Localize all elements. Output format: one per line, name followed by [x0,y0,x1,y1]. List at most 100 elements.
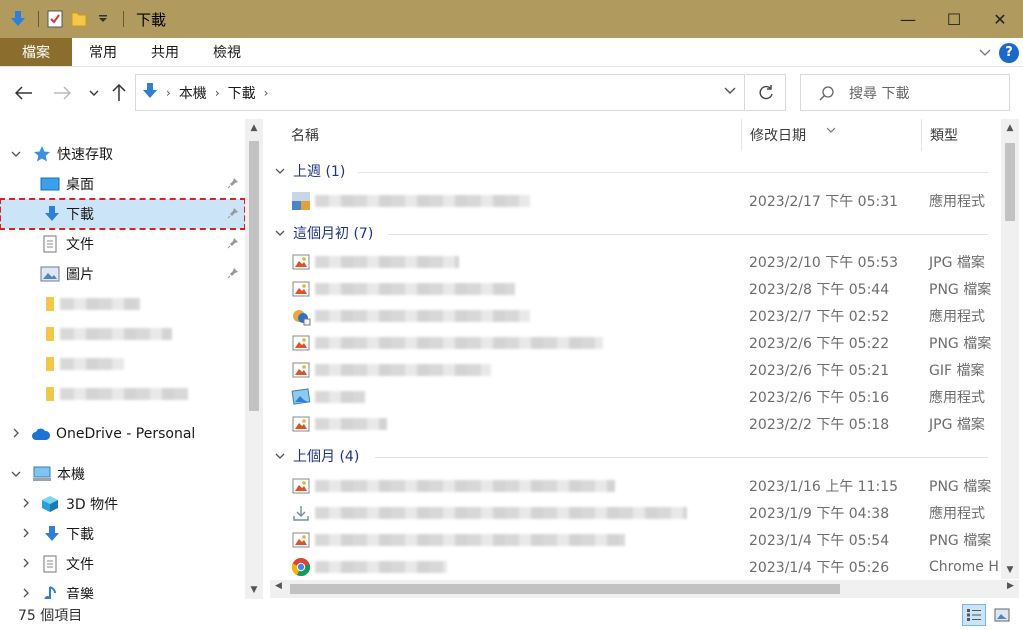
redacted-filename [315,195,530,211]
nav-music[interactable]: 音樂 [0,579,245,599]
file-type: JPG 檔案 [929,254,985,271]
file-row[interactable]: 2023/1/4 下午 05:26 Chrome H [291,553,999,579]
scroll-thumb[interactable] [1005,143,1015,221]
nav-pinned-folder[interactable] [0,289,245,319]
file-row[interactable]: 2023/1/9 下午 04:38 應用程式 [291,499,997,526]
file-date: 2023/1/9 下午 04:38 [749,505,890,522]
back-arrow-icon [15,86,32,100]
chevron-right-icon[interactable] [19,498,33,511]
details-view-button[interactable] [962,604,986,626]
nav-3d-objects[interactable]: 3D 物件 [0,489,245,519]
file-list-vertical-scrollbar[interactable]: ▲ ▼ [1001,119,1019,579]
nav-documents[interactable]: 文件 [0,549,245,579]
file-row[interactable]: 2023/2/8 下午 05:44 PNG 檔案 [291,275,997,302]
search-placeholder: 搜尋 下載 [849,85,910,102]
scroll-thumb[interactable] [290,584,840,594]
scroll-left-icon[interactable]: ◀ [275,581,282,591]
help-icon[interactable]: ? [999,42,1019,63]
column-divider[interactable] [921,119,922,151]
group-header[interactable]: 這個月初 (7) [275,221,373,245]
column-header-date[interactable]: 修改日期 [750,119,806,151]
chevron-right-icon[interactable]: › [166,86,171,100]
nav-this-pc[interactable]: 本機 [0,459,245,489]
nav-scrollbar[interactable]: ▲ ▼ [245,119,263,599]
recent-locations-button[interactable] [82,81,106,105]
scroll-right-icon[interactable]: ▶ [1007,581,1014,591]
file-row[interactable]: 2023/2/7 下午 02:52 應用程式 [291,302,997,329]
expand-ribbon-icon[interactable] [979,46,991,60]
nav-pictures[interactable]: 圖片 [0,259,245,289]
nav-desktop[interactable]: 桌面 [0,169,245,199]
details-view-icon [967,609,981,621]
file-row[interactable]: 2023/1/4 下午 05:54 PNG 檔案 [291,526,997,553]
nav-pinned-folder[interactable] [0,349,245,379]
scroll-down-icon[interactable]: ▼ [245,585,263,595]
nav-downloads[interactable]: 下載 [0,519,245,549]
nav-onedrive[interactable]: OneDrive - Personal [0,419,245,449]
column-divider[interactable] [741,119,742,151]
chevron-down-icon[interactable] [275,227,285,240]
back-button[interactable] [12,81,36,105]
pin-icon[interactable] [227,177,239,192]
file-row[interactable]: 2023/2/6 下午 05:21 GIF 檔案 [291,356,997,383]
large-icons-view-button[interactable] [990,604,1014,626]
file-list-horizontal-scrollbar[interactable]: ◀ ▶ [270,580,1019,598]
chevron-down-icon[interactable] [275,165,285,178]
column-header-name[interactable]: 名稱 [291,119,319,151]
nav-pinned-folder[interactable] [0,319,245,349]
chevron-right-icon[interactable] [19,558,33,571]
scroll-down-icon[interactable]: ▼ [1001,565,1019,575]
chevron-right-icon[interactable] [19,588,33,600]
tab-home[interactable]: 常用 [72,38,134,66]
file-row[interactable]: 2023/2/17 下午 05:31 應用程式 [291,187,997,214]
pin-icon[interactable] [227,237,239,252]
file-row[interactable]: 2023/1/16 上午 11:15 PNG 檔案 [291,472,997,499]
properties-icon[interactable] [45,9,65,29]
file-row[interactable]: 2023/2/2 下午 05:18 JPG 檔案 [291,410,997,437]
up-button[interactable] [107,81,131,105]
address-bar[interactable]: › 本機 › 下載 › [135,74,745,111]
column-header-type[interactable]: 類型 [930,119,958,151]
refresh-button[interactable] [746,74,786,111]
new-folder-icon[interactable] [69,9,89,29]
redacted-filename [315,364,491,380]
redacted-name [60,388,188,404]
scroll-up-icon[interactable]: ▲ [245,123,263,133]
scroll-thumb[interactable] [249,141,259,411]
customize-toolbar-icon[interactable] [93,9,113,29]
chevron-down-icon[interactable] [275,450,285,463]
scroll-up-icon[interactable]: ▲ [1001,123,1019,133]
pin-icon[interactable] [227,207,239,222]
chevron-right-icon[interactable] [9,428,23,441]
nav-downloads-selected[interactable]: 下載 [0,198,246,230]
chevron-right-icon[interactable]: › [215,86,220,100]
nav-documents[interactable]: 文件 [0,229,245,259]
pin-icon[interactable] [227,267,239,282]
minimize-button[interactable]: — [885,0,931,38]
address-history-dropdown[interactable] [724,84,736,98]
chevron-down-icon[interactable] [9,468,23,481]
tab-share[interactable]: 共用 [134,38,196,66]
breadcrumb-downloads[interactable]: 下載 [228,83,256,103]
file-type: PNG 檔案 [929,532,992,549]
group-header[interactable]: 上週 (1) [275,159,345,183]
redacted-name [60,298,140,314]
chevron-right-icon[interactable] [19,528,33,541]
nav-pinned-folder[interactable] [0,379,245,409]
file-date: 2023/2/6 下午 05:16 [749,389,890,406]
chevron-down-icon[interactable] [9,148,23,161]
forward-button[interactable] [50,81,74,105]
group-header[interactable]: 上個月 (4) [275,444,359,468]
nav-quick-access[interactable]: 快速存取 [0,139,245,169]
tab-view[interactable]: 檢視 [196,38,258,66]
tab-file[interactable]: 檔案 [0,38,72,66]
file-row[interactable]: 2023/2/6 下午 05:16 應用程式 [291,383,997,410]
file-row[interactable]: 2023/2/10 下午 05:53 JPG 檔案 [291,248,997,275]
maximize-button[interactable]: ☐ [931,0,977,38]
file-type: GIF 檔案 [929,362,985,379]
breadcrumb-this-pc[interactable]: 本機 [179,83,207,103]
chevron-right-icon[interactable]: › [264,86,269,100]
search-box[interactable]: 搜尋 下載 [800,74,1010,111]
file-row[interactable]: 2023/2/6 下午 05:22 PNG 檔案 [291,329,997,356]
close-button[interactable]: ✕ [977,0,1023,38]
